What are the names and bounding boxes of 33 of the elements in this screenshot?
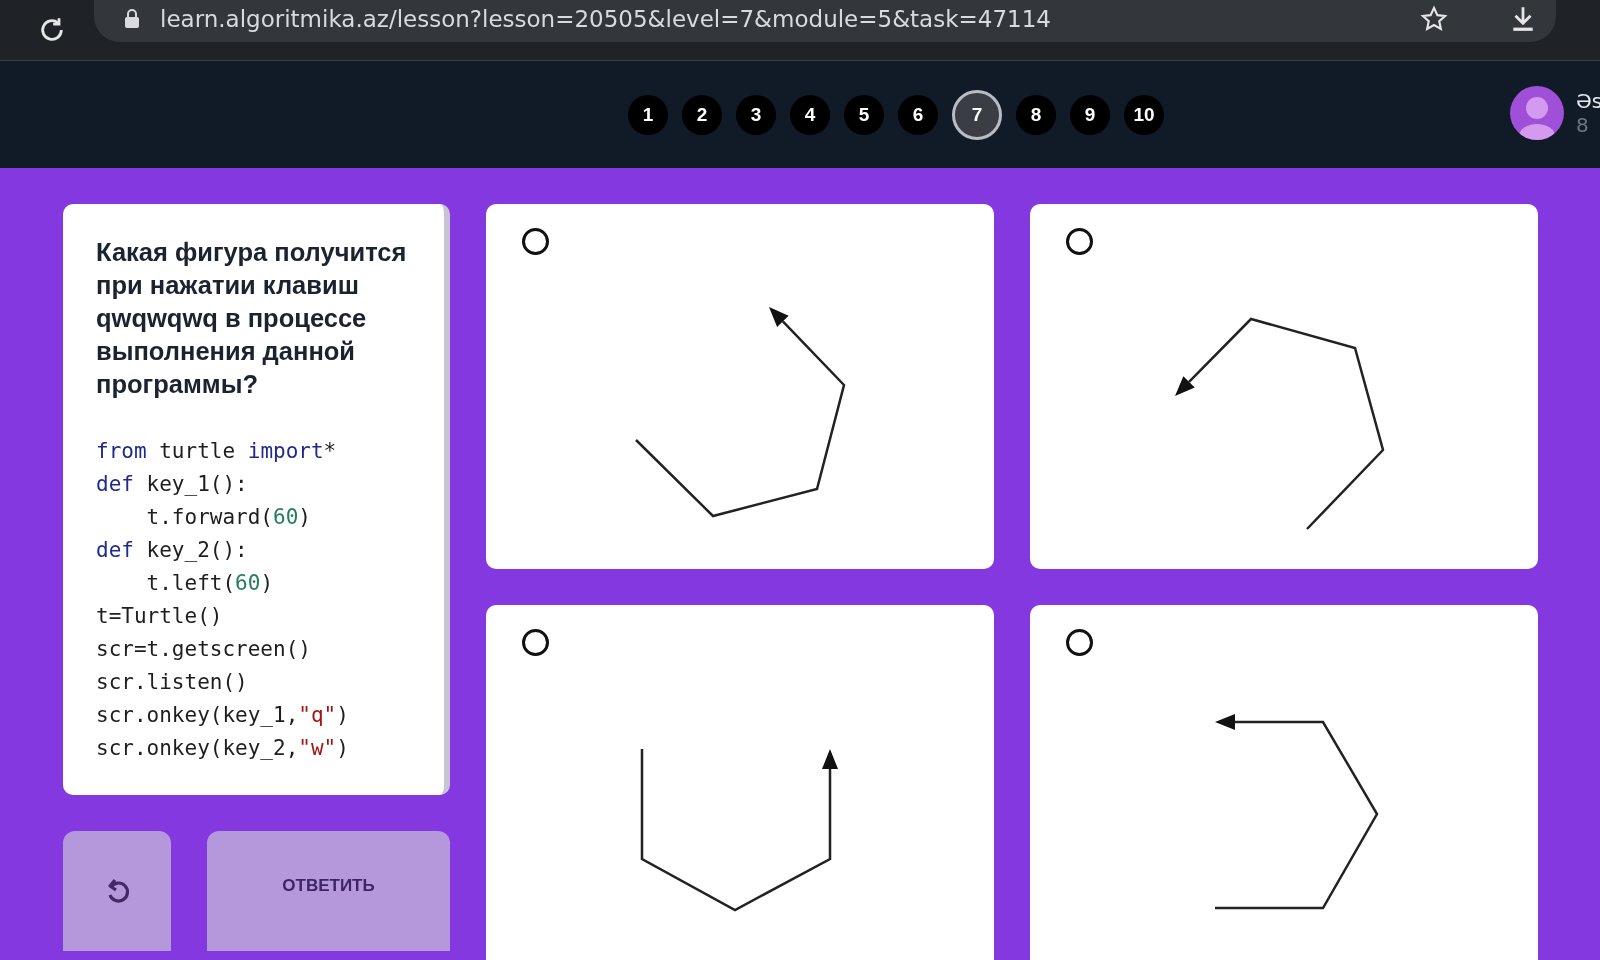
code-line: from turtle import* xyxy=(96,438,337,465)
address-bar[interactable]: learn.algoritmika.az/lesson?lesson=20505&level=7&module=5&task=47114 xyxy=(94,0,1556,42)
code-line: scr=t.getscreen() xyxy=(96,636,311,663)
radio-button[interactable] xyxy=(1066,228,1093,255)
code-line: scr.onkey(key_2,"w") xyxy=(96,735,349,762)
code-line: def key_2(): xyxy=(96,537,248,564)
url-text: learn.algoritmika.az/lesson?lesson=20505&level=7&module=5&task=47114 xyxy=(160,6,1052,32)
code-line: t=Turtle() xyxy=(96,603,223,630)
lock-icon xyxy=(124,9,140,29)
step-button[interactable]: 9 xyxy=(1070,94,1110,135)
code-line: def key_1(): xyxy=(96,471,248,498)
step-button[interactable]: 8 xyxy=(1016,94,1056,135)
step-button[interactable]: 4 xyxy=(790,94,830,135)
step-button[interactable]: 3 xyxy=(736,94,776,135)
avatar-icon[interactable] xyxy=(1510,86,1564,140)
star-icon[interactable] xyxy=(1420,5,1448,33)
radio-button[interactable] xyxy=(522,228,549,255)
reload-icon[interactable] xyxy=(38,16,66,44)
step-button[interactable]: 7 xyxy=(952,89,1002,140)
code-line: t.left(60) xyxy=(145,570,274,597)
download-icon[interactable] xyxy=(1510,5,1536,33)
step-button[interactable]: 6 xyxy=(898,94,938,135)
radio-button[interactable] xyxy=(1066,629,1093,656)
user-detail: 8 xyxy=(1576,113,1590,137)
step-button[interactable]: 5 xyxy=(844,94,884,135)
step-button[interactable]: 10 xyxy=(1124,94,1164,135)
step-button[interactable]: 1 xyxy=(628,94,668,135)
radio-button[interactable] xyxy=(522,629,549,656)
step-button[interactable]: 2 xyxy=(682,94,722,135)
code-line: t.forward(60) xyxy=(145,504,311,531)
question-text: Какая фигура получится при нажатии клавиш qwqwqwq в процессе выполнения данной программы? xyxy=(96,237,408,400)
code-line: scr.listen() xyxy=(96,669,248,696)
code-line: scr.onkey(key_1,"q") xyxy=(96,702,349,729)
